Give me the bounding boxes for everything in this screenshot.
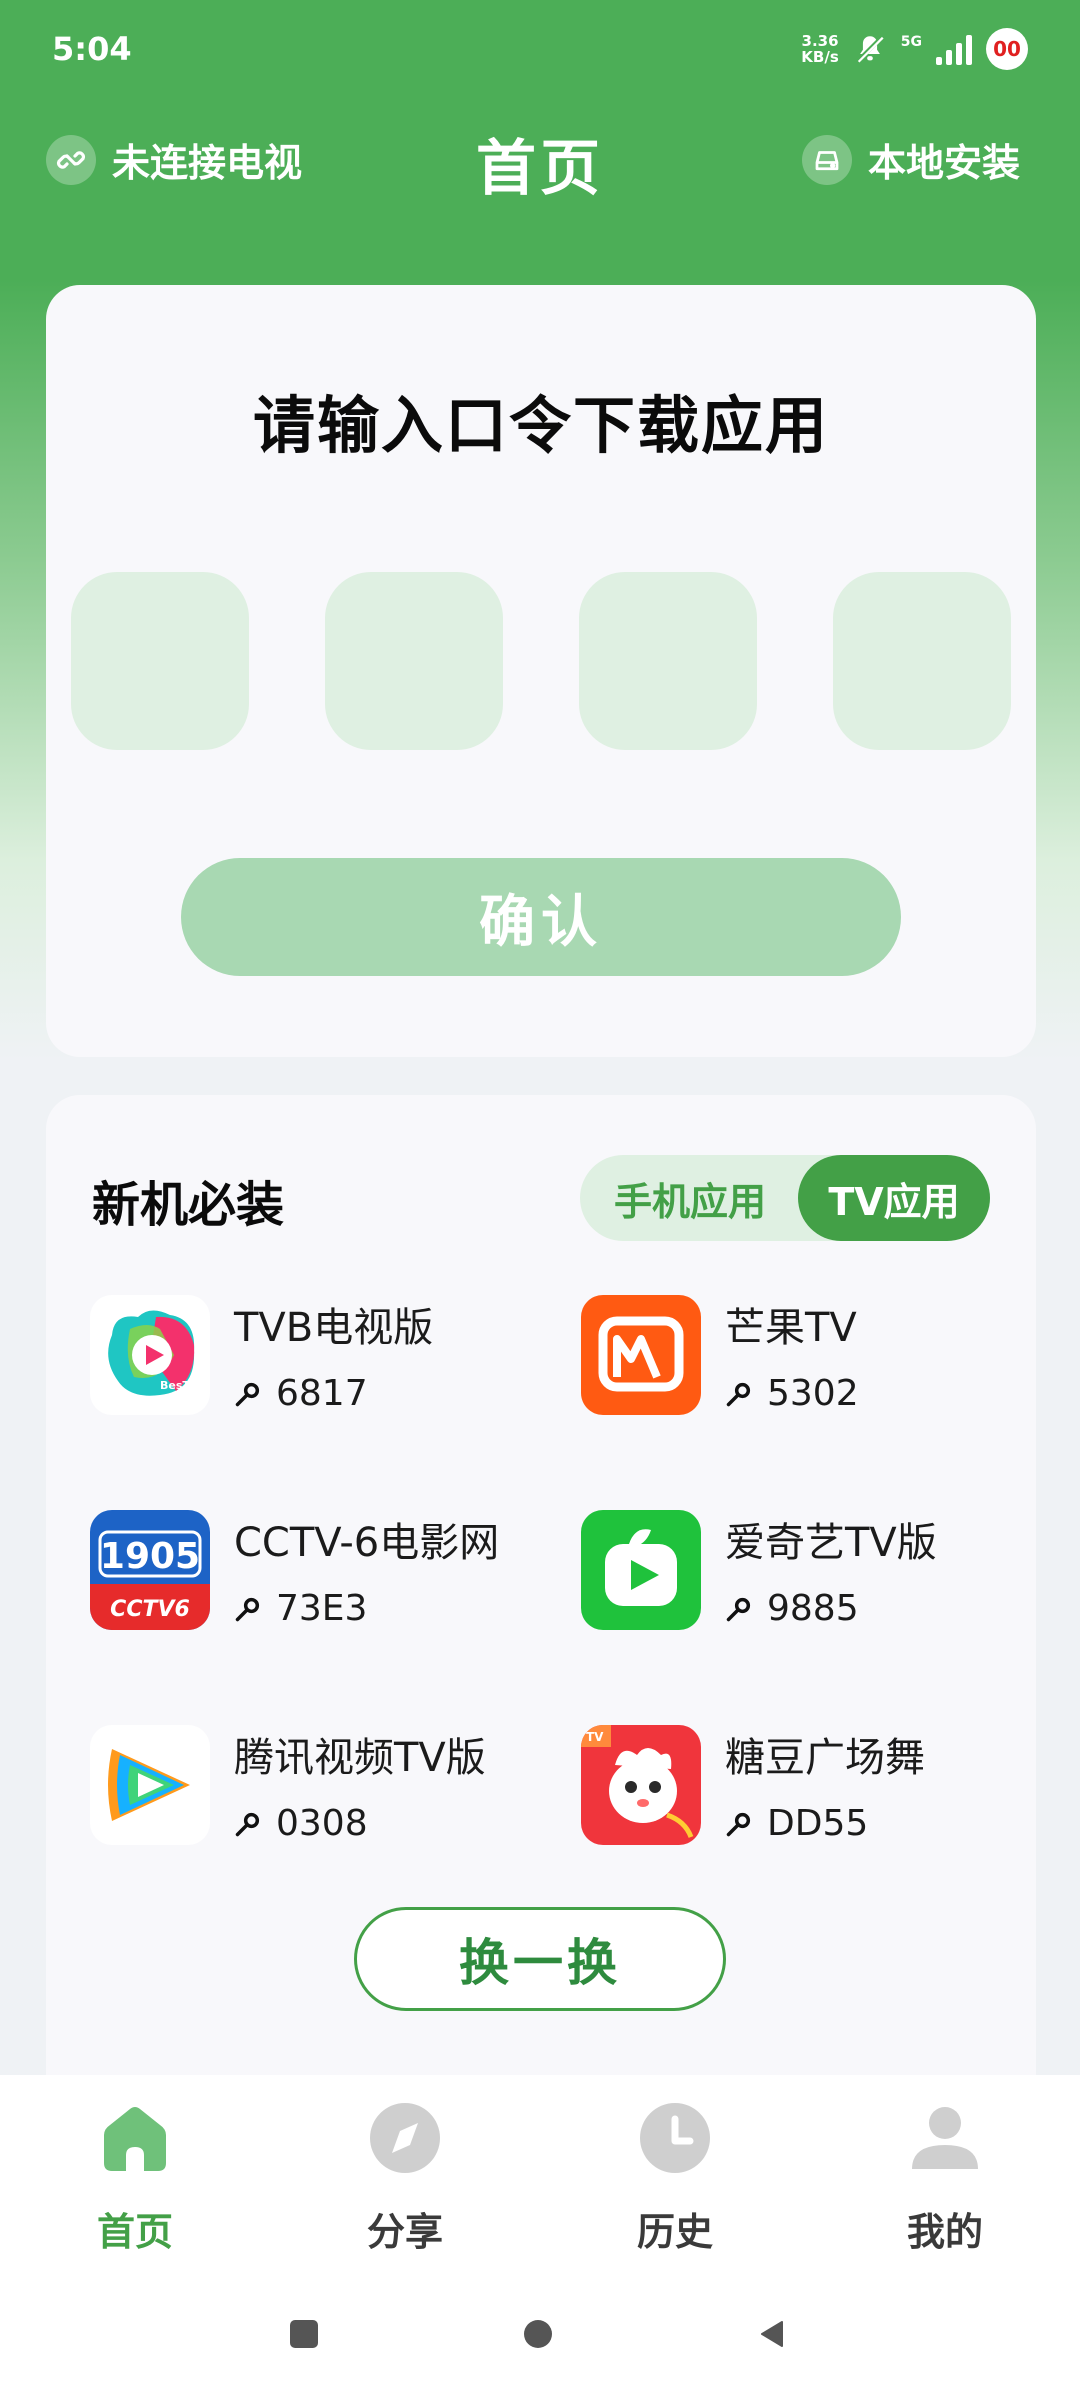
key-icon <box>726 1812 751 1836</box>
back-icon[interactable] <box>756 2318 788 2350</box>
hard-drive-icon <box>801 134 852 185</box>
app-item[interactable]: BesTV TVB电视版 6817 <box>90 1295 550 1425</box>
nav-label: 我的 <box>906 2210 983 2254</box>
code-entry-heading: 请输入口令下载应用 <box>252 389 829 462</box>
key-icon <box>235 1597 260 1621</box>
nav-profile[interactable]: 我的 <box>845 2101 1045 2254</box>
app-type-toggle: 手机应用 TV应用 <box>580 1155 990 1241</box>
svg-text:BesTV: BesTV <box>160 1379 199 1392</box>
nav-home[interactable]: 首页 <box>35 2101 235 2254</box>
nav-history[interactable]: 历史 <box>575 2101 775 2254</box>
code-entry-card: 请输入口令下载应用 确认 <box>46 285 1036 1057</box>
mango-tv-icon <box>581 1295 701 1415</box>
nav-label: 历史 <box>636 2210 713 2254</box>
cctv6-1905-icon: 1905 CCTV6 <box>90 1510 210 1630</box>
app-code: 9885 <box>725 1588 859 1629</box>
tencent-video-icon <box>90 1725 210 1845</box>
app-code: 5302 <box>725 1373 859 1414</box>
swap-apps-button[interactable]: 换一换 <box>354 1907 726 2011</box>
status-bar: 5:04 3.36 KB/s 5G 00 <box>0 0 1080 100</box>
local-install-button[interactable]: 本地安装 <box>801 132 1020 187</box>
net-speed: 3.36 KB/s <box>801 32 839 66</box>
iqiyi-tv-icon <box>581 1510 701 1630</box>
app-code: 73E3 <box>234 1588 367 1629</box>
status-time: 5:04 <box>52 30 132 68</box>
svg-text:CCTV6: CCTV6 <box>110 1597 190 1622</box>
key-icon <box>235 1812 260 1836</box>
app-name: CCTV-6电影网 <box>234 1520 500 1566</box>
nav-label: 首页 <box>96 2210 173 2254</box>
recents-icon[interactable] <box>288 2318 320 2350</box>
app-item[interactable]: 爱奇艺TV版 9885 <box>581 1510 1041 1640</box>
bestv-icon: BesTV <box>90 1295 210 1415</box>
app-item[interactable]: 1905 CCTV6 CCTV-6电影网 73E3 <box>90 1510 550 1640</box>
nav-share[interactable]: 分享 <box>305 2101 505 2254</box>
section-title: 新机必装 <box>92 1177 285 1233</box>
clock-icon <box>640 2103 710 2173</box>
app-item[interactable]: 芒果TV 5302 <box>581 1295 1041 1425</box>
app-code: 6817 <box>234 1373 368 1414</box>
home-icon <box>104 2107 166 2171</box>
app-header: 未连接电视 首页 本地安装 <box>0 120 1080 204</box>
status-icons: 3.36 KB/s 5G 00 <box>801 28 1028 70</box>
app-name: 腾讯视频TV版 <box>234 1735 486 1781</box>
confirm-button[interactable]: 确认 <box>181 858 901 976</box>
app-name: 爱奇艺TV版 <box>725 1520 937 1566</box>
key-icon <box>726 1597 751 1621</box>
key-icon <box>235 1382 260 1406</box>
home-circle-icon[interactable] <box>522 2318 554 2350</box>
svg-text:TV: TV <box>586 1730 604 1744</box>
app-code: DD55 <box>725 1803 868 1844</box>
nav-label: 分享 <box>366 2210 443 2254</box>
signal-icon <box>936 33 972 65</box>
app-item[interactable]: 腾讯视频TV版 0308 <box>90 1725 550 1855</box>
app-item[interactable]: TV 糖豆广场舞 DD55 <box>581 1725 1041 1855</box>
tab-tv-apps[interactable]: TV应用 <box>798 1155 990 1241</box>
app-name: 芒果TV <box>725 1305 857 1351</box>
key-icon <box>726 1382 751 1406</box>
must-have-apps-card: 新机必装 手机应用 TV应用 BesTV TVB电视版 6817 芒果TV 53… <box>46 1095 1036 2095</box>
person-icon <box>912 2107 978 2169</box>
svg-text:1905: 1905 <box>100 1536 200 1577</box>
bell-muted-icon <box>855 34 885 64</box>
system-nav-bar <box>0 2300 1080 2370</box>
code-digit-1[interactable] <box>71 572 249 750</box>
code-digit-4[interactable] <box>833 572 1011 750</box>
code-digit-3[interactable] <box>579 572 757 750</box>
app-name: 糖豆广场舞 <box>725 1735 925 1781</box>
network-type: 5G <box>900 34 922 50</box>
compass-icon <box>370 2103 440 2173</box>
code-digit-2[interactable] <box>325 572 503 750</box>
local-install-label: 本地安装 <box>867 141 1020 185</box>
app-code: 0308 <box>234 1803 368 1844</box>
battery-badge: 00 <box>986 28 1028 70</box>
app-name: TVB电视版 <box>234 1305 434 1351</box>
tangdou-icon: TV <box>581 1725 701 1845</box>
tab-phone-apps[interactable]: 手机应用 <box>580 1155 800 1241</box>
